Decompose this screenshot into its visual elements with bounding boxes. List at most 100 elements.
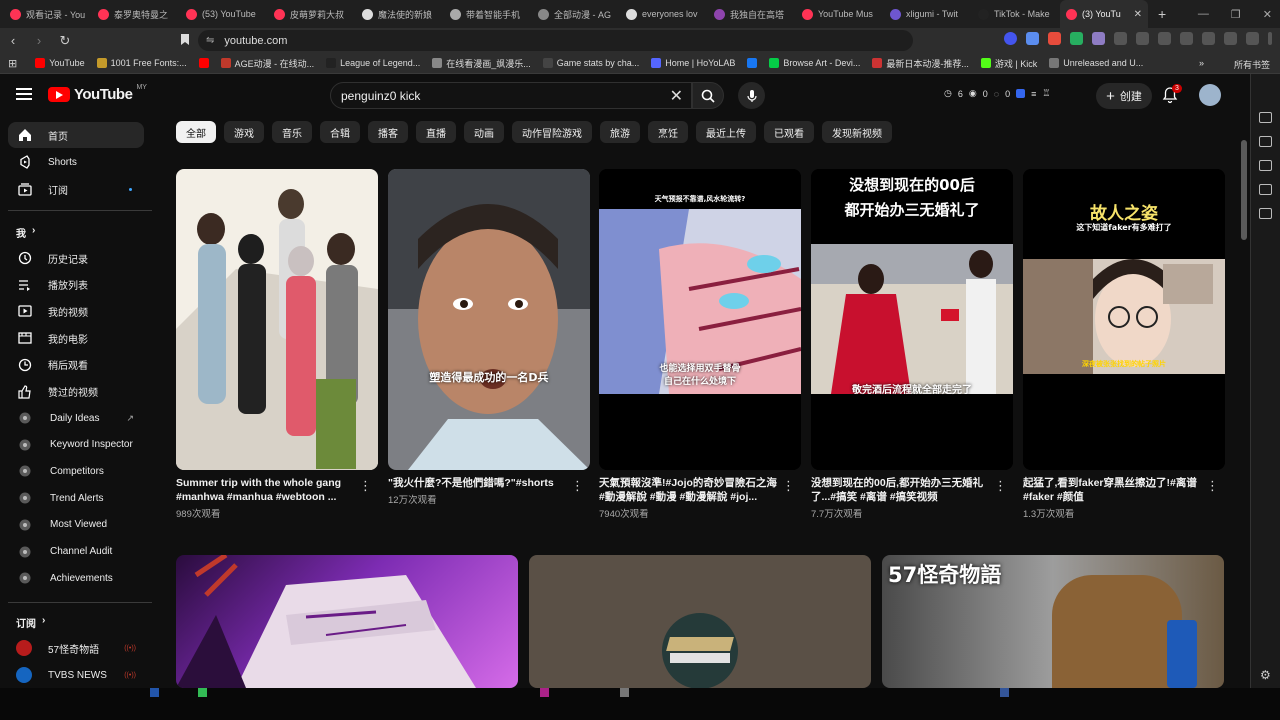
filter-chip[interactable]: 烹饪 <box>648 121 688 143</box>
bookmark-item[interactable] <box>193 58 215 68</box>
more-actions-icon[interactable]: ⋮ <box>994 479 1007 492</box>
extension-icon[interactable] <box>1048 32 1061 45</box>
browser-tab[interactable]: 泰罗奥特曼之 <box>92 0 180 28</box>
create-button[interactable]: + 创建 <box>1096 83 1152 109</box>
sidebar-tool-item[interactable]: Achievements <box>8 565 144 591</box>
browser-tab[interactable]: 皮萌萝莉大叔 <box>268 0 356 28</box>
taskbar-icon[interactable] <box>1000 688 1009 697</box>
shield-icon[interactable] <box>1246 32 1259 45</box>
browser-tab[interactable]: 观看记录 - You <box>4 0 92 28</box>
bookmark-item[interactable]: Browse Art - Devi... <box>763 58 866 68</box>
browser-tab[interactable]: (53) YouTube <box>180 0 268 28</box>
browser-tab[interactable]: (3) YouTu ✕ <box>1060 0 1148 28</box>
sidebar-tool-item[interactable]: Competitors <box>8 458 144 484</box>
more-actions-icon[interactable]: ⋮ <box>359 479 372 492</box>
bookmark-item[interactable]: Game stats by cha... <box>537 58 646 68</box>
browser-tab[interactable]: 带着智能手机 <box>444 0 532 28</box>
sidebar-tool-item[interactable]: Most Viewed <box>8 512 144 538</box>
more-actions-icon[interactable]: ⋮ <box>782 479 795 492</box>
page-scrollbar[interactable] <box>1241 140 1247 240</box>
more-actions-icon[interactable]: ⋮ <box>571 479 584 492</box>
browser-tab[interactable]: 魔法使的新娘 <box>356 0 444 28</box>
apps-icon[interactable]: ⊞ <box>8 57 17 70</box>
subscription-channel-item[interactable]: TVBS NEWS ((•)) <box>8 662 144 688</box>
side-panel-icon[interactable] <box>1259 136 1272 147</box>
site-info-icon[interactable]: ⇋ <box>206 35 214 46</box>
filter-chip[interactable]: 动画 <box>464 121 504 143</box>
bookmark-icon[interactable] <box>180 33 190 51</box>
voice-search-button[interactable] <box>738 82 765 109</box>
restore-icon[interactable]: ❐ <box>1231 8 1241 21</box>
youtube-logo[interactable]: YouTube MY <box>48 84 147 103</box>
video-thumbnail[interactable]: 故人之姿 这下知道faker有多难打了 深夜被张张找到的帖子照片 <box>1023 169 1225 470</box>
bookmark-item[interactable]: 游戏 | Kick <box>975 57 1043 70</box>
extension-icon[interactable] <box>1092 32 1105 45</box>
browser-tab[interactable]: everyones lov <box>620 0 708 28</box>
clear-search-icon[interactable]: ✕ <box>670 86 683 106</box>
browser-tab[interactable]: 我独自在高塔 <box>708 0 796 28</box>
sidebar-item-my-videos[interactable]: 我的视频 <box>8 298 144 324</box>
extension-icon[interactable] <box>1158 32 1171 45</box>
sidebar-tool-item[interactable]: Keyword Inspector <box>8 432 144 458</box>
taskbar-icon[interactable] <box>620 688 629 697</box>
bookmark-item[interactable] <box>741 58 763 68</box>
close-tab-icon[interactable]: ✕ <box>1134 9 1142 20</box>
you-section-heading[interactable]: 我 › <box>16 225 35 240</box>
taskbar-icon[interactable] <box>198 688 207 697</box>
sidebar-item-history[interactable]: 历史记录 <box>8 245 144 271</box>
menu-icon[interactable] <box>1268 32 1272 45</box>
sidebar-tool-item[interactable]: Trend Alerts <box>8 485 144 511</box>
video-title[interactable]: 起猛了,看到faker穿黑丝擦边了!#离谱 #faker #颜值 <box>1023 476 1201 504</box>
bookmarks-overflow-icon[interactable]: » <box>1193 58 1210 68</box>
bookmark-item[interactable]: Unreleased and U... <box>1043 58 1149 68</box>
filter-chip[interactable]: 游戏 <box>224 121 264 143</box>
video-title[interactable]: 没想到现在的00后,都开始办三无婚礼了...#搞笑 #离谱 #搞笑视频 <box>811 476 989 504</box>
browser-tab[interactable]: xligumi - Twit <box>884 0 972 28</box>
video-card[interactable]: 没想到现在的00后 都开始办三无婚礼了 敬完酒后流程就全部走完了没想到现在的00后… <box>811 169 1013 520</box>
ai-icon[interactable] <box>1224 32 1237 45</box>
settings-gear-icon[interactable]: ⚙ <box>1260 668 1271 682</box>
bookmark-item[interactable]: 最新日本动漫-推荐... <box>866 57 975 70</box>
new-tab-button[interactable]: + <box>1158 6 1166 22</box>
back-icon[interactable]: ‹ <box>0 33 26 48</box>
video-title[interactable]: 天氣預報沒準!#Jojo的奇妙冒險石之海 #動漫解說 #動漫 #動漫解說 #jo… <box>599 476 777 504</box>
browser-tab[interactable]: TikTok - Make <box>972 0 1060 28</box>
bookmark-item[interactable]: AGE动漫 - 在线动... <box>215 57 321 70</box>
video-thumbnail[interactable]: 塑造得最成功的一名D兵 <box>388 169 590 470</box>
close-window-icon[interactable]: ✕ <box>1263 8 1272 21</box>
taskbar-icon[interactable] <box>150 688 159 697</box>
reload-icon[interactable]: ↻ <box>52 33 78 49</box>
sidebar-tool-item[interactable]: Daily Ideas ↗ <box>8 405 144 431</box>
sidebar-item-shorts[interactable]: Shorts <box>8 149 144 175</box>
filter-chip[interactable]: 播客 <box>368 121 408 143</box>
video-title[interactable]: Summer trip with the whole gang #manhwa … <box>176 476 354 504</box>
filter-chip[interactable]: 已观看 <box>764 121 814 143</box>
filter-chip[interactable]: 发现新视频 <box>822 121 892 143</box>
taskbar-icon[interactable] <box>540 688 549 697</box>
video-thumbnail[interactable]: 没想到现在的00后 都开始办三无婚礼了 敬完酒后流程就全部走完了 <box>811 169 1013 470</box>
side-panel-icon[interactable] <box>1259 208 1272 219</box>
video-card[interactable]: 故人之姿 这下知道faker有多难打了 深夜被张张找到的帖子照片起猛了,看到fake… <box>1023 169 1225 520</box>
extension-icon[interactable] <box>1114 32 1127 45</box>
bookmark-item[interactable]: YouTube <box>29 58 90 68</box>
sidebar-item-like[interactable]: 赞过的视频 <box>8 379 144 405</box>
bookmark-item[interactable]: 1001 Free Fonts:... <box>91 58 193 68</box>
extension-icon[interactable] <box>1026 32 1039 45</box>
video-thumbnail[interactable]: 57怪奇物語 <box>882 555 1224 688</box>
extension-stats[interactable]: ◷ 6 ◉ 0 ◌ 0 ≡ ♖ <box>944 88 1050 99</box>
search-input[interactable]: penguinz0 kick ✕ <box>330 82 692 109</box>
more-actions-icon[interactable]: ⋮ <box>1206 479 1219 492</box>
filter-chip[interactable]: 音乐 <box>272 121 312 143</box>
side-panel-icon[interactable] <box>1259 112 1272 123</box>
bookmark-item[interactable]: League of Legend... <box>320 58 426 68</box>
forward-icon[interactable]: › <box>26 33 52 48</box>
url-field[interactable]: ⇋ youtube.com <box>198 30 913 51</box>
filter-chip[interactable]: 合辑 <box>320 121 360 143</box>
bookmark-item[interactable]: Home | HoYoLAB <box>645 58 741 68</box>
guide-menu-icon[interactable] <box>16 88 32 100</box>
sidebar-item-subscriptions[interactable]: 订阅 <box>8 176 144 202</box>
extension-icon[interactable] <box>1004 32 1017 45</box>
filter-chip[interactable]: 直播 <box>416 121 456 143</box>
music-icon[interactable] <box>1180 32 1193 45</box>
search-button[interactable] <box>692 82 724 109</box>
